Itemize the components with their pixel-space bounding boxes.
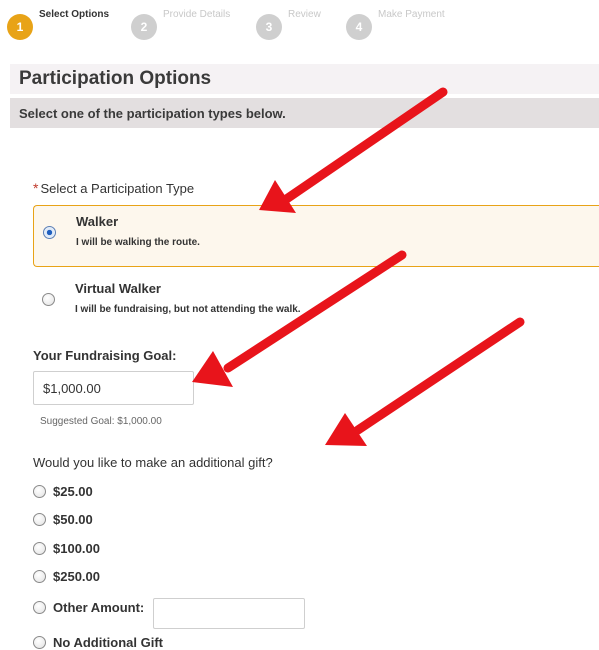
gift-amount-label: $50.00 bbox=[53, 512, 93, 527]
other-amount-input[interactable] bbox=[153, 598, 305, 629]
gift-amount-label: $25.00 bbox=[53, 484, 93, 499]
gift-amount-label: $250.00 bbox=[53, 569, 100, 584]
step-label: Make Payment bbox=[378, 9, 445, 20]
virtual-walker-radio[interactable] bbox=[42, 293, 55, 306]
participation-option-description: I will be fundraising, but not attending… bbox=[75, 304, 301, 315]
participation-type-label: * Select a Participation Type bbox=[33, 180, 194, 196]
gift-radio[interactable] bbox=[33, 485, 46, 498]
step-number: 4 bbox=[346, 14, 372, 40]
section-instructions: Select one of the participation types be… bbox=[19, 106, 286, 121]
step-number: 2 bbox=[131, 14, 157, 40]
section-subheader: Select one of the participation types be… bbox=[10, 98, 599, 128]
participation-type-label-text: Select a Participation Type bbox=[40, 181, 195, 196]
additional-gift-question: Would you like to make an additional gif… bbox=[33, 455, 273, 470]
step-number: 1 bbox=[7, 14, 33, 40]
step-label: Provide Details bbox=[163, 9, 231, 20]
fundraising-goal-label: Your Fundraising Goal: bbox=[33, 348, 177, 363]
participation-option-title: Virtual Walker bbox=[75, 281, 161, 296]
suggested-goal-text: Suggested Goal: $1,000.00 bbox=[40, 416, 162, 427]
gift-amount-label: Other Amount: bbox=[53, 600, 145, 615]
progress-stepper: 1 Select Options 2 Provide Details 3 Rev… bbox=[0, 0, 599, 48]
section-header: Participation Options bbox=[10, 64, 599, 94]
gift-radio[interactable] bbox=[33, 542, 46, 555]
gift-radio[interactable] bbox=[33, 570, 46, 583]
gift-radio[interactable] bbox=[33, 513, 46, 526]
walker-radio[interactable] bbox=[43, 226, 56, 239]
gift-amount-label: No Additional Gift bbox=[53, 635, 163, 650]
step-label: Select Options bbox=[39, 9, 110, 20]
required-marker: * bbox=[33, 180, 39, 196]
participation-option-description: I will be walking the route. bbox=[76, 237, 200, 248]
arrow-to-gift-icon bbox=[325, 317, 525, 446]
gift-radio[interactable] bbox=[33, 636, 46, 649]
gift-radio[interactable] bbox=[33, 601, 46, 614]
participation-option-virtual-walker[interactable]: Virtual Walker I will be fundraising, bu… bbox=[33, 273, 599, 335]
participation-option-walker[interactable]: Walker I will be walking the route. bbox=[33, 205, 599, 267]
gift-amount-label: $100.00 bbox=[53, 541, 100, 556]
step-number: 3 bbox=[256, 14, 282, 40]
page-title: Participation Options bbox=[19, 68, 212, 89]
fundraising-goal-input[interactable] bbox=[33, 371, 194, 405]
participation-option-title: Walker bbox=[76, 214, 119, 229]
